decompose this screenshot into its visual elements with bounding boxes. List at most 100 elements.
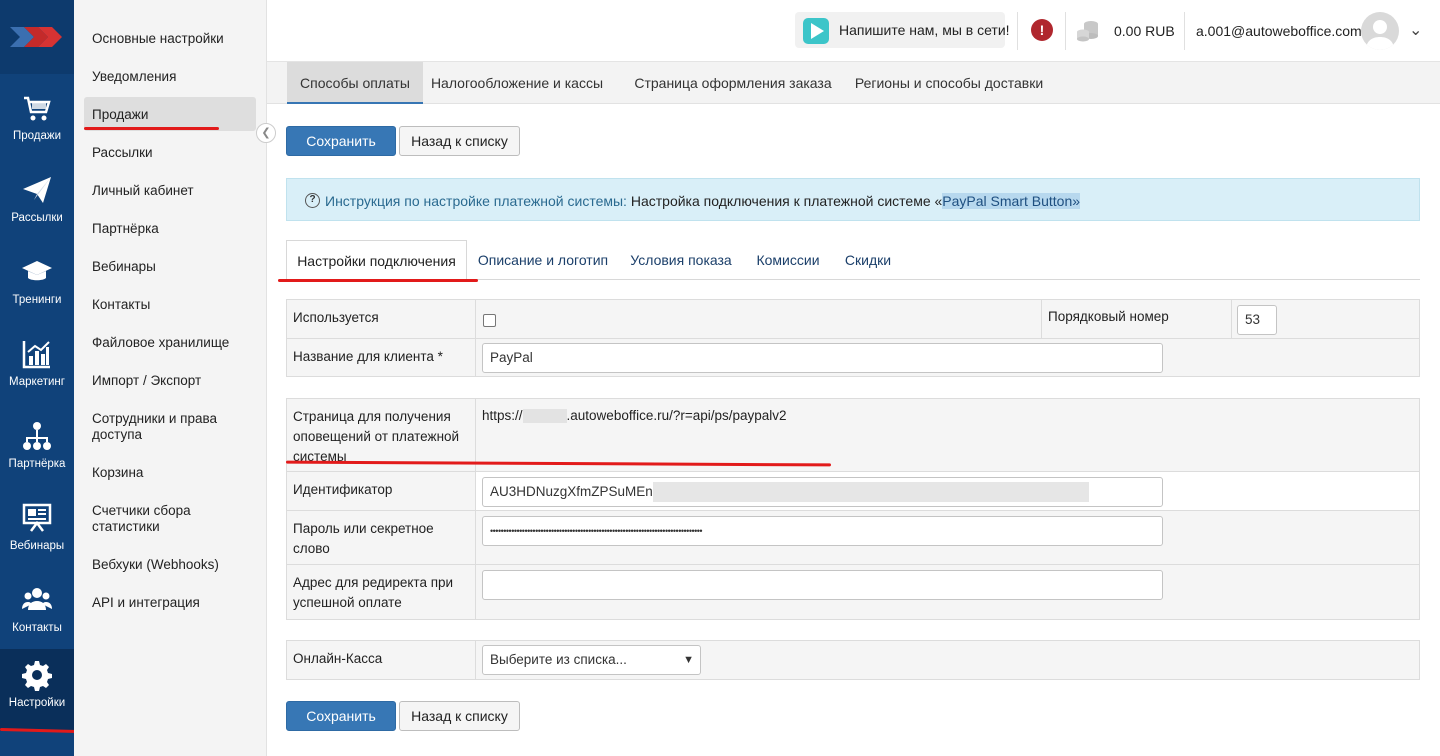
top-bar: Напишите нам, мы в сети! ! 0.00 RUB a.00…	[267, 0, 1440, 62]
redacted-block	[522, 409, 567, 424]
question-icon: ?	[305, 193, 320, 208]
divider	[1017, 12, 1018, 50]
divider	[1041, 300, 1042, 339]
users-icon	[22, 588, 52, 610]
redacted-block	[653, 482, 1089, 502]
submenu-item-webinars[interactable]: Вебинары	[84, 259, 256, 275]
row-client-name: Название для клиента * PayPal	[287, 339, 1419, 377]
rail-item-trainings[interactable]: Тренинги	[0, 246, 74, 328]
back-to-list-button-bottom[interactable]: Назад к списку	[399, 701, 520, 731]
avatar[interactable]	[1361, 12, 1399, 50]
divider	[1065, 12, 1066, 50]
rail-item-mailings[interactable]: Рассылки	[0, 164, 74, 246]
submenu-item-cabinet[interactable]: Личный кабинет	[84, 183, 256, 199]
submenu-item-file-storage[interactable]: Файловое хранилище	[84, 335, 256, 351]
subtab-commissions[interactable]: Комиссии	[749, 240, 827, 280]
rail-item-label: Маркетинг	[9, 376, 65, 388]
submenu-item-import-export[interactable]: Импорт / Экспорт	[84, 373, 256, 389]
user-email[interactable]: a.001@autoweboffice.com	[1196, 23, 1362, 39]
annotation-underline	[84, 127, 219, 130]
row-password: Пароль или секретное слово •••••••••••••…	[287, 511, 1419, 565]
tab-payment-methods[interactable]: Способы оплаты	[287, 62, 423, 104]
submenu-item-api[interactable]: API и интеграция	[84, 595, 256, 611]
chat-button[interactable]: Напишите нам, мы в сети!	[795, 12, 1010, 48]
save-button-bottom[interactable]: Сохранить	[286, 701, 396, 731]
rail-item-label: Контакты	[12, 622, 62, 634]
order-number-input[interactable]: 53	[1237, 305, 1277, 335]
chat-label: Напишите нам, мы в сети!	[839, 22, 1010, 38]
rail-item-contacts[interactable]: Контакты	[0, 574, 74, 656]
collapse-submenu-button[interactable]: ❮	[256, 123, 276, 143]
url-suffix: .autoweboffice.ru/?r=api/ps/paypalv2	[566, 408, 787, 423]
password-label: Пароль или секретное слово	[287, 511, 476, 564]
subtab-discounts[interactable]: Скидки	[837, 240, 899, 280]
rail-item-webinars[interactable]: Вебинары	[0, 492, 74, 574]
client-name-input[interactable]: PayPal	[482, 343, 1163, 373]
rail-item-label: Вебинары	[9, 540, 65, 552]
submenu-item-webhooks[interactable]: Вебхуки (Webhooks)	[84, 557, 256, 573]
redirect-url-input[interactable]	[482, 570, 1163, 600]
submenu-item-partners[interactable]: Партнёрка	[84, 221, 256, 237]
balance-value: 0.00 RUB	[1114, 23, 1175, 39]
subtab-description-logo[interactable]: Описание и логотип	[473, 240, 613, 280]
presentation-icon	[22, 503, 52, 532]
instruction-link[interactable]: Инструкция по настройке платежной систем…	[325, 193, 627, 209]
instruction-info-box: ? Инструкция по настройке платежной сист…	[286, 178, 1420, 221]
submenu-item-notifications[interactable]: Уведомления	[84, 69, 256, 85]
cashbox-select[interactable]: Выберите из списка... ▼	[482, 645, 701, 675]
tab-checkout-page[interactable]: Страница оформления заказа	[625, 62, 841, 104]
annotation-underline	[278, 279, 478, 282]
divider	[1184, 12, 1185, 50]
tab-regions-delivery[interactable]: Регионы и способы доставки	[851, 62, 1047, 104]
basic-settings-table: Используется Порядковый номер 53 Названи…	[286, 299, 1420, 377]
subtab-connection-settings[interactable]: Настройки подключения	[286, 240, 467, 281]
subtab-display-conditions[interactable]: Условия показа	[623, 240, 739, 280]
graduation-cap-icon	[22, 261, 52, 281]
main-nav-rail: Продажи Рассылки Тренинги Маркетинг Парт…	[0, 0, 74, 756]
identifier-input[interactable]: AU3HDNuzgXfmZPSuMEnU	[482, 477, 1163, 507]
gear-icon	[22, 661, 52, 691]
used-checkbox[interactable]	[483, 314, 496, 327]
url-prefix: https://	[482, 408, 523, 423]
instruction-text: Инструкция по настройке платежной систем…	[325, 193, 1081, 209]
bar-chart-icon	[22, 341, 50, 369]
client-name-label: Название для клиента *	[287, 339, 476, 377]
notification-url-value: https:// .autoweboffice.ru/?r=api/ps/payp…	[482, 408, 787, 424]
divider	[1231, 300, 1232, 339]
cashbox-selected-value: Выберите из списка...	[490, 652, 627, 667]
tab-taxes-cashboxes[interactable]: Налогообложение и кассы	[425, 62, 609, 104]
cart-icon	[24, 96, 51, 121]
submenu-item-sales[interactable]: Продажи	[84, 97, 256, 131]
chevron-down-icon[interactable]: ⌄	[1409, 20, 1422, 40]
coins-icon	[1077, 21, 1098, 42]
row-cashbox: Онлайн-Касса Выберите из списка... ▼	[287, 641, 1419, 679]
submenu-item-mailings[interactable]: Рассылки	[84, 145, 256, 161]
submenu-item-general[interactable]: Основные настройки	[84, 31, 256, 47]
paper-plane-icon	[23, 177, 51, 203]
row-identifier: Идентификатор AU3HDNuzgXfmZPSuMEnU	[287, 472, 1419, 511]
submenu-item-staff-rights[interactable]: Сотрудники и права доступа	[84, 411, 256, 443]
chevron-left-icon: ❮	[261, 127, 271, 139]
back-to-list-button[interactable]: Назад к списку	[399, 126, 520, 156]
rail-item-label: Продажи	[12, 130, 62, 142]
chevron-down-icon: ▼	[683, 654, 694, 666]
rail-item-label: Рассылки	[11, 212, 63, 224]
row-redirect: Адрес для редиректа при успешной оплате	[287, 565, 1419, 619]
rail-item-settings[interactable]: Настройки	[0, 649, 74, 731]
save-button[interactable]: Сохранить	[286, 126, 396, 156]
rail-item-sales[interactable]: Продажи	[0, 82, 74, 164]
settings-submenu: Основные настройки Уведомления Продажи Р…	[74, 0, 267, 756]
logo[interactable]	[0, 0, 74, 74]
submenu-item-counters[interactable]: Счетчики сбора статистики	[84, 503, 256, 535]
cashbox-table: Онлайн-Касса Выберите из списка... ▼	[286, 640, 1420, 680]
rail-item-label: Партнёрка	[8, 458, 66, 470]
quote-close: »	[1072, 193, 1081, 209]
network-icon	[23, 422, 51, 450]
submenu-item-trash[interactable]: Корзина	[84, 465, 256, 481]
used-label: Используется	[287, 300, 476, 338]
alert-icon[interactable]: !	[1031, 19, 1053, 41]
rail-item-marketing[interactable]: Маркетинг	[0, 328, 74, 410]
password-input[interactable]: ••••••••••••••••••••••••••••••••••••••••…	[482, 516, 1163, 546]
submenu-item-contacts[interactable]: Контакты	[84, 297, 256, 313]
rail-item-partners[interactable]: Партнёрка	[0, 410, 74, 492]
